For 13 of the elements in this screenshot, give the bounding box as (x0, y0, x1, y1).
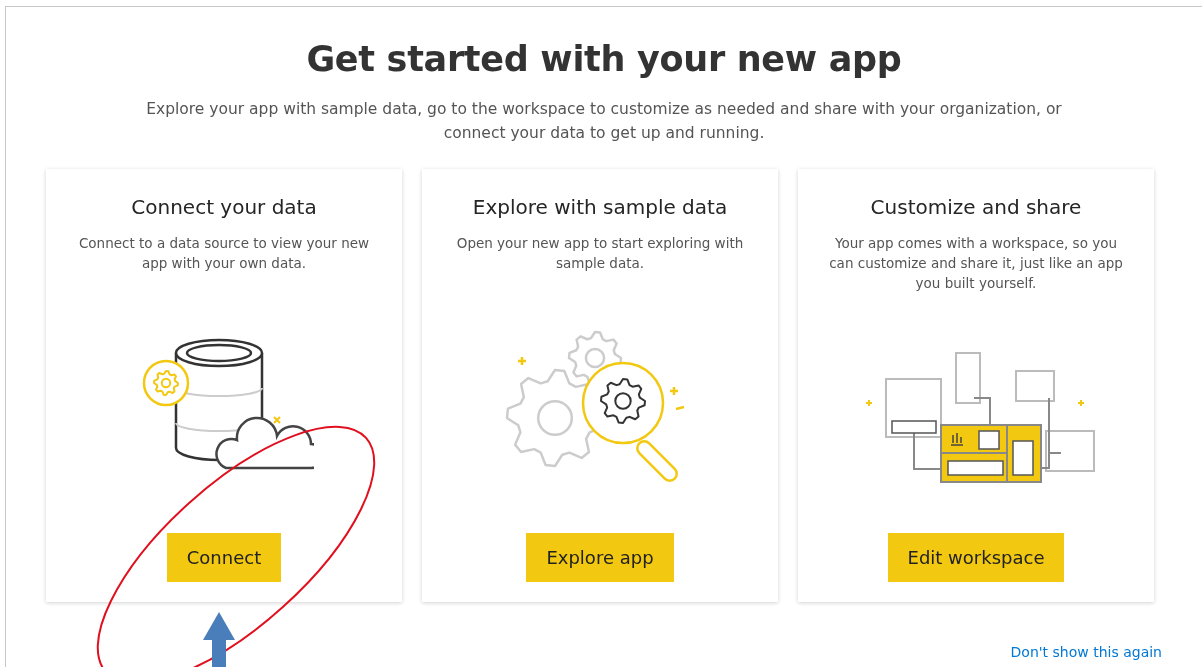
card-action-button[interactable]: Explore app (526, 533, 674, 582)
arrow-annotation (203, 612, 235, 667)
page-title: Get started with your new app (306, 39, 902, 79)
page-subtitle: Explore your app with sample data, go to the workspace to customize as needed and share with your organization, or connect your data to get up and running. (145, 99, 1063, 144)
card-title: Customize and share (870, 195, 1082, 219)
card-description: Open your new app to start exploring with sample data. (455, 234, 745, 273)
card-action-button[interactable]: Edit workspace (887, 533, 1065, 582)
dont-show-again-link[interactable]: Don't show this again (1010, 644, 1162, 660)
card-title: Connect your data (131, 195, 317, 219)
card-description: Connect to a data source to view your new app with your own data. (77, 234, 371, 273)
card-description: Your app comes with a workspace, so you can customize and share it, just like an app you built yourself. (828, 234, 1124, 293)
card-action-button[interactable]: Connect (166, 533, 282, 582)
card-title: Explore with sample data (472, 195, 728, 219)
